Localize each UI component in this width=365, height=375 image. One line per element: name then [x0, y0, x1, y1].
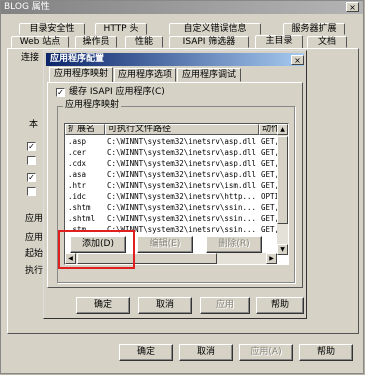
bg-checkbox-1[interactable]: ✓	[27, 142, 36, 151]
row-path: C:\WINNT\system32\inetsrv\asp.dll	[107, 137, 257, 146]
dialog-close-button[interactable]: ×	[291, 55, 304, 65]
row-ext: .shtml	[68, 214, 96, 223]
dialog-help-button[interactable]: 帮助	[256, 297, 304, 314]
window-title: BLOG 属性	[4, 2, 50, 12]
row-path: C:\WINNT\system32\inetsrv\ism.dll	[107, 181, 257, 190]
tab-documents[interactable]: 文档	[307, 36, 347, 48]
dialog-ok-button[interactable]: 确定	[76, 297, 130, 314]
tab-directory-security[interactable]: 目录安全性	[19, 23, 85, 35]
app-label: 应用	[25, 214, 44, 224]
row-path: C:\WINNT\system32\inetsrv\ssin...	[107, 203, 257, 212]
app-config-dialog: 应用程序配置 × 应用程序映射 应用程序选项 应用程序调试 ✓ 缓存 ISAPI…	[43, 50, 307, 319]
scroll-up-icon[interactable]: ▲	[277, 124, 288, 135]
tab-performance[interactable]: 性能	[125, 36, 163, 48]
exec-label: 执行	[25, 266, 44, 276]
column-header-path[interactable]: 可执行文件路径	[105, 124, 259, 135]
scroll-thumb[interactable]	[277, 136, 288, 224]
tab-http-headers[interactable]: HTTP 头	[95, 23, 147, 35]
tab-web-site[interactable]: Web 站点	[11, 36, 69, 48]
row-ext: .asa	[68, 170, 87, 179]
scroll-right-icon[interactable]: ▶	[266, 253, 277, 264]
tab-app-debugging[interactable]: 应用程序调试	[177, 68, 241, 82]
tab-app-options[interactable]: 应用程序选项	[114, 68, 176, 82]
row-path: C:\WINNT\system32\inetsrv\asp.dll	[107, 159, 257, 168]
row-path: C:\WINNT\system32\inetsrv\asp.dll	[107, 170, 257, 179]
dialog-titlebar: 应用程序配置	[46, 53, 304, 66]
outer-help-button[interactable]: 帮助	[299, 344, 353, 361]
start-label: 起始	[25, 249, 44, 259]
table-row[interactable]: .shtm C:\WINNT\system32\inetsrv\ssin... GE…	[65, 202, 279, 213]
cache-isapi-label: 缓存 ISAPI 应用程序(C)	[69, 87, 165, 97]
close-button[interactable]: ×	[346, 2, 359, 12]
connect-label: 连接	[21, 53, 40, 63]
row-ext: .htr	[68, 181, 87, 190]
dialog-cancel-button[interactable]: 取消	[138, 297, 192, 314]
bg-checkbox-4[interactable]	[27, 187, 36, 196]
mappings-group-label: 应用程序映射	[63, 100, 122, 111]
row-path: C:\WINNT\system32\inetsrv\asp.dll	[107, 148, 257, 157]
local-label: 本	[29, 120, 39, 130]
cache-isapi-checkbox[interactable]: ✓	[56, 88, 65, 97]
remove-mapping-button[interactable]: 删除(R)	[206, 236, 262, 253]
row-ext: .asp	[68, 137, 87, 146]
tab-server-extensions[interactable]: 服务器扩展	[283, 23, 345, 35]
column-header-extension[interactable]: 扩展名	[65, 124, 105, 135]
table-row[interactable]: .idc C:\WINNT\system32\inetsrv\http... OPT…	[65, 191, 279, 202]
tab-operators[interactable]: 操作员	[75, 36, 117, 48]
dialog-apply-button[interactable]: 应用	[200, 297, 250, 314]
table-row[interactable]: .asa C:\WINNT\system32\inetsrv\asp.dll GET…	[65, 169, 279, 180]
outer-cancel-button[interactable]: 取消	[179, 344, 233, 361]
app2-label: 应用	[25, 233, 44, 243]
row-ext: .shtm	[68, 203, 91, 212]
row-ext: .idc	[68, 192, 87, 201]
row-ext: .cdx	[68, 159, 87, 168]
bg-checkbox-2[interactable]	[27, 156, 36, 165]
table-row[interactable]: .cer C:\WINNT\system32\inetsrv\asp.dll GET…	[65, 147, 279, 158]
row-path: C:\WINNT\system32\inetsrv\http...	[107, 192, 257, 201]
bg-checkbox-3[interactable]: ✓	[27, 173, 36, 182]
red-highlight-box	[58, 230, 135, 269]
table-row[interactable]: .asp C:\WINNT\system32\inetsrv\asp.dll GET…	[65, 136, 279, 147]
row-path: C:\WINNT\system32\inetsrv\ssin...	[107, 214, 257, 223]
tab-home-directory[interactable]: 主目录	[255, 35, 303, 49]
outer-ok-button[interactable]: 确定	[119, 344, 173, 361]
tab-custom-errors[interactable]: 自定义错误信息	[169, 23, 261, 35]
outer-apply-button[interactable]: 应用(A)	[239, 344, 293, 361]
row-ext: .cer	[68, 148, 87, 157]
window-titlebar: BLOG 属性	[1, 1, 363, 14]
edit-mapping-button[interactable]: 编辑(E)	[137, 236, 193, 253]
table-row[interactable]: .htr C:\WINNT\system32\inetsrv\ism.dll GET…	[65, 180, 279, 191]
vertical-scrollbar[interactable]: ▲ ▼	[277, 124, 288, 255]
tab-app-mappings[interactable]: 应用程序映射	[49, 67, 113, 83]
scroll-down-icon[interactable]: ▼	[277, 244, 288, 255]
table-row[interactable]: .cdx C:\WINNT\system32\inetsrv\asp.dll GET…	[65, 158, 279, 169]
tab-isapi-filters[interactable]: ISAPI 筛选器	[169, 36, 249, 48]
dialog-title: 应用程序配置	[50, 54, 105, 64]
table-row[interactable]: .shtml C:\WINNT\system32\inetsrv\ssin... G…	[65, 213, 279, 224]
